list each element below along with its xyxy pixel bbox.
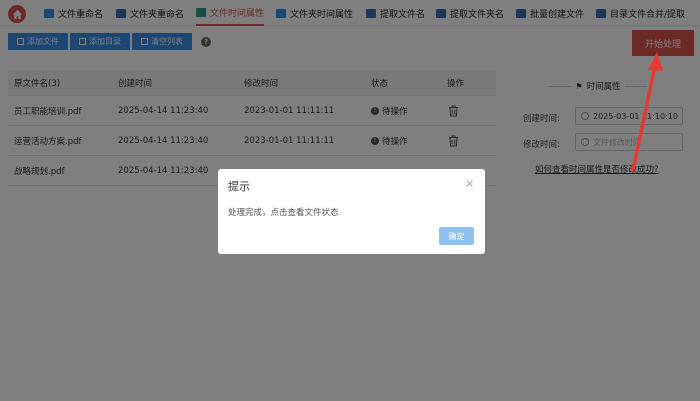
dialog-message: 处理完成，点击查看文件状态 (228, 208, 339, 218)
close-icon[interactable]: × (465, 177, 474, 190)
result-dialog: 提示 × 处理完成，点击查看文件状态 确定 (218, 169, 485, 254)
dialog-title: 提示 (228, 180, 250, 193)
confirm-button[interactable]: 确定 (439, 227, 474, 245)
